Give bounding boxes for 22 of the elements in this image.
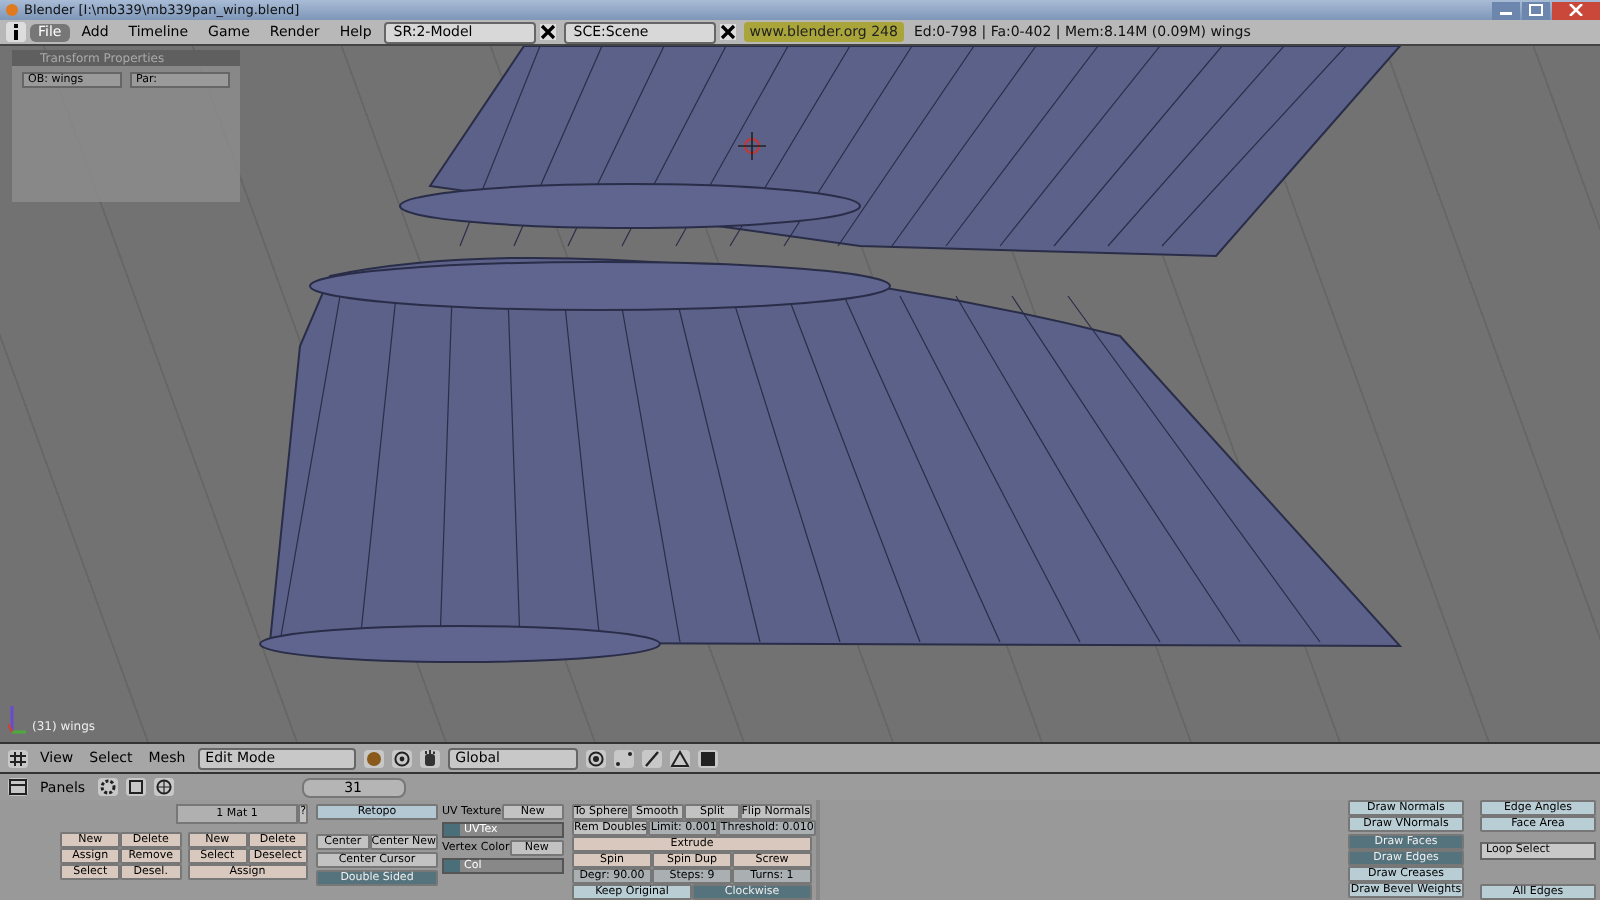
globe-icon[interactable] [153,778,174,796]
minimize-button[interactable] [1492,1,1520,19]
maximize-button[interactable] [1522,1,1550,19]
close-icon [1568,4,1584,16]
axis-icon [8,706,28,734]
square-icon[interactable] [125,778,146,796]
delete-icon[interactable] [719,24,736,40]
pivot-icon[interactable] [391,749,412,767]
window-type-icon[interactable] [8,778,28,796]
close-button[interactable] [1552,1,1600,19]
edge-select-icon[interactable] [641,749,662,767]
crosshair-icon [738,132,766,160]
app-icon [6,4,18,16]
render-icon[interactable] [697,749,718,767]
maximize-icon [1528,4,1544,16]
sphere-icon[interactable] [363,749,384,767]
grid-icon[interactable] [8,749,28,767]
snap-icon[interactable] [585,749,606,767]
info-icon[interactable] [6,22,26,42]
delete-icon[interactable] [539,24,556,40]
face-select-icon[interactable] [669,749,690,767]
vertex-select-icon[interactable] [613,749,634,767]
